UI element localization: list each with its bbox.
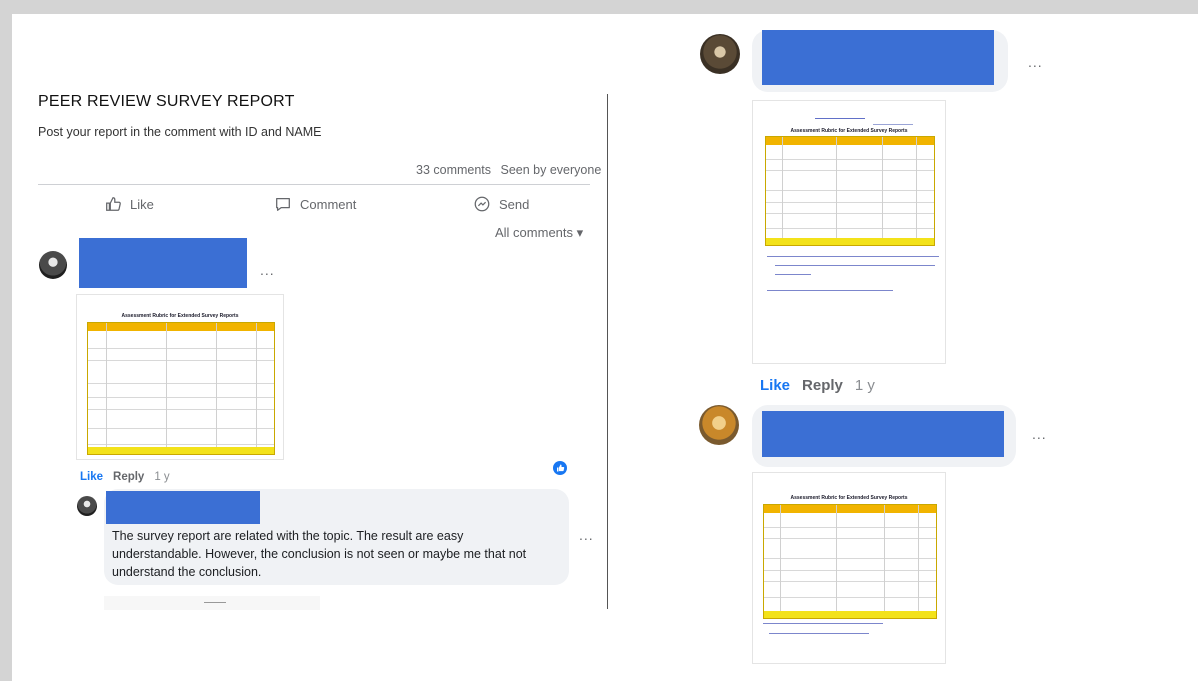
thumbs-up-icon [557,464,565,472]
comment-icon [276,197,290,211]
attachment-image[interactable] [104,596,320,610]
like-reaction-icon[interactable] [553,461,567,475]
comment-meta: Like Reply 1 y [80,471,170,483]
comment-reply-link[interactable]: Reply [802,377,843,394]
seen-by[interactable]: Seen by everyone [501,163,602,177]
avatar[interactable] [77,496,97,516]
redacted-name [79,238,247,288]
more-options-icon[interactable]: ... [1028,54,1043,70]
attachment-image[interactable]: Assessment Rubric for Extended Survey Re… [752,472,946,664]
post-body: Post your report in the comment with ID … [38,125,322,139]
thumbs-up-icon [106,197,121,211]
messenger-icon [474,196,490,212]
avatar[interactable] [39,251,67,279]
redacted-name [762,411,1004,457]
send-label: Send [499,196,530,212]
attachment-title: Assessment Rubric for Extended Survey Re… [790,128,908,134]
all-comments-filter[interactable]: All comments ▾ [495,225,583,241]
more-options-icon[interactable]: ... [260,262,275,278]
more-options-icon[interactable]: ... [1032,426,1047,442]
avatar[interactable] [699,405,739,445]
attachment-title: Assessment Rubric for Extended Survey Re… [121,313,239,319]
comment-timestamp[interactable]: 1 y [855,377,875,394]
rubric-table [87,322,275,455]
panel-divider [607,94,608,609]
comment-like-link[interactable]: Like [80,471,103,483]
send-button[interactable]: Send [473,195,529,213]
avatar[interactable] [700,34,740,74]
comment-timestamp[interactable]: 1 y [154,471,169,483]
post-title: PEER REVIEW SURVEY REPORT [38,93,295,110]
more-options-icon[interactable]: ... [579,527,594,543]
rubric-table [765,136,935,246]
comment-button[interactable]: Comment [274,195,356,213]
rubric-table [763,504,937,619]
comment-like-link[interactable]: Like [760,377,790,394]
comment-meta: Like Reply 1 y [760,377,875,394]
attachment-image[interactable]: Assessment Rubric for Extended Survey Re… [752,100,946,364]
like-label: Like [130,196,154,212]
post-stats: 33 comments Seen by everyone [410,163,601,177]
redacted-name [762,30,994,85]
reply-text: The survey report are related with the t… [112,529,527,579]
attachment-title: Assessment Rubric for Extended Survey Re… [790,495,908,501]
window-frame-top [0,0,1198,14]
redacted-name [106,491,260,524]
comment-label: Comment [300,196,357,212]
comment-reply-link[interactable]: Reply [113,471,144,483]
actions-divider [38,184,590,185]
window-frame-left [0,0,12,681]
comment-count[interactable]: 33 comments [416,163,491,177]
like-button[interactable]: Like [104,195,154,213]
attachment-image[interactable]: Assessment Rubric for Extended Survey Re… [76,294,284,460]
